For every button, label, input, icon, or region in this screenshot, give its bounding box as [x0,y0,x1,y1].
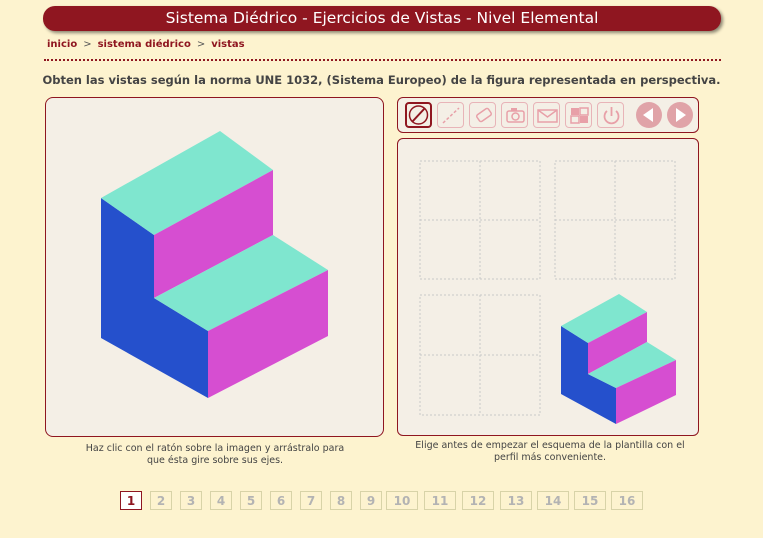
next-icon [667,102,693,128]
page-6[interactable]: 6 [270,491,292,510]
dashed-line-tool-icon [442,107,460,124]
exercise-instruction: Obten las vistas según la norma UNE 1032… [42,73,721,87]
perspective-panel[interactable] [45,97,384,437]
template-instructions: Elige antes de empezar el esquema de la … [415,440,685,463]
toolbar [397,97,699,133]
perspective-figure[interactable] [46,98,383,436]
layout-icon [570,107,589,124]
page-title: Sistema Diédrico - Ejercicios de Vistas … [43,6,721,31]
dashed-line-tool-button[interactable] [437,102,464,128]
figure-thumbnail [561,294,676,424]
camera-icon [506,108,525,123]
line-tool-button[interactable] [405,102,432,128]
previous-icon [636,102,662,128]
page-4[interactable]: 4 [210,491,232,510]
power-icon [603,107,620,125]
page-10[interactable]: 10 [386,491,418,510]
line-tool-icon [408,105,429,125]
layout-button[interactable] [565,102,592,128]
breadcrumb-vistas[interactable]: vistas [211,39,244,50]
breadcrumb: inicio > sistema diédrico > vistas [47,39,245,50]
page-1[interactable]: 1 [120,491,142,510]
breadcrumb-separator: > [196,39,206,50]
page-16[interactable]: 16 [611,491,643,510]
page-8[interactable]: 8 [330,491,352,510]
breadcrumb-inicio[interactable]: inicio [47,39,77,50]
elevation-view-grid [419,160,541,280]
eraser-icon [476,107,492,123]
next-button[interactable] [666,101,694,129]
page-5[interactable]: 5 [240,491,262,510]
page-11[interactable]: 11 [424,491,456,510]
views-template-panel[interactable] [397,138,699,436]
views-template [419,160,676,424]
breadcrumb-sistema-diedrico[interactable]: sistema diédrico [98,39,191,50]
page-9[interactable]: 9 [360,491,382,510]
page-14[interactable]: 14 [537,491,569,510]
power-button[interactable] [597,102,624,128]
page-12[interactable]: 12 [462,491,494,510]
camera-button[interactable] [501,102,528,128]
breadcrumb-separator: > [83,39,92,50]
email-button[interactable] [533,102,560,128]
dotted-divider [44,59,721,61]
page-3[interactable]: 3 [180,491,202,510]
previous-button[interactable] [635,101,663,129]
page-13[interactable]: 13 [500,491,532,510]
page-7[interactable]: 7 [300,491,322,510]
email-icon [537,109,558,123]
eraser-button[interactable] [469,102,496,128]
page-15[interactable]: 15 [574,491,606,510]
rotate-instructions: Haz clic con el ratón sobre la imagen y … [85,443,345,466]
profile-view-grid [554,160,676,280]
page-2[interactable]: 2 [150,491,172,510]
plan-view-grid [419,294,541,416]
